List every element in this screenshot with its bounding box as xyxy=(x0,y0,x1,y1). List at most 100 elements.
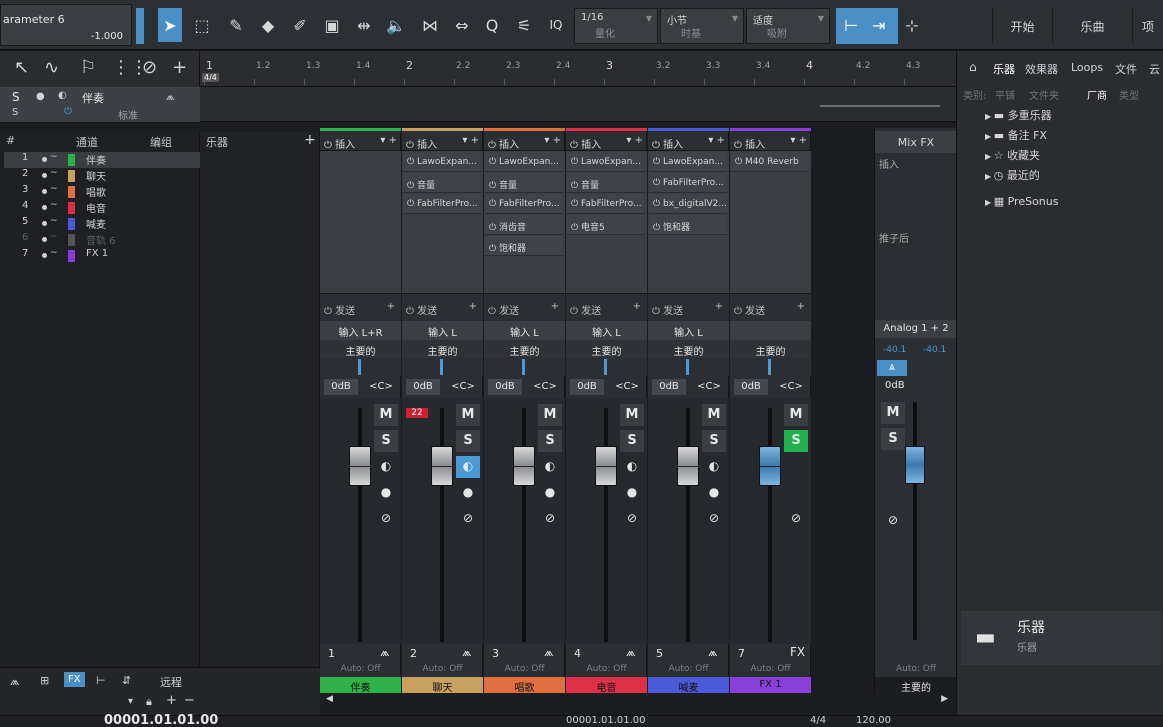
add-insert-icon[interactable]: ▾ + xyxy=(708,135,725,146)
automation-mode[interactable]: Auto: Off xyxy=(730,664,811,678)
timeline-ruler[interactable]: 4/4 1 1.2 1.3 1.4 2 2.2 2.3 2.4 3 3.2 3.3 3.4 4 4.2 4.… xyxy=(200,51,956,87)
output-selector[interactable]: 主要的 xyxy=(566,340,647,359)
insert-area[interactable] xyxy=(320,151,401,293)
insert-plugin[interactable]: ⏻ FabFilterPro... xyxy=(485,194,563,214)
input-selector[interactable]: 输入 L xyxy=(566,321,647,340)
automation-mode[interactable]: Auto: Off xyxy=(320,664,401,678)
marker-tool-icon[interactable]: ⋈ xyxy=(418,8,442,42)
master-mute-button[interactable]: M xyxy=(881,402,905,424)
insert-header[interactable]: ⏻ 插入 ▾ + xyxy=(320,131,401,151)
home-icon[interactable]: ⌂ xyxy=(969,60,977,74)
mute-button[interactable]: M xyxy=(702,404,726,426)
browser-item[interactable]: ▶ ▬ 备注 FX xyxy=(985,127,1047,143)
master-fader-cap[interactable] xyxy=(905,446,925,484)
record-dot-icon[interactable] xyxy=(42,205,47,210)
insert-header[interactable]: ⏻ 插入 ▾ + xyxy=(730,131,811,151)
scroll-left-icon[interactable]: ◀ xyxy=(326,694,333,704)
automation-power-icon[interactable]: ⊘ xyxy=(456,508,480,530)
power-icon[interactable]: ⏻ xyxy=(488,306,499,317)
pan-readout[interactable]: <C> xyxy=(528,379,562,395)
add-send-icon[interactable]: + xyxy=(387,301,395,312)
insert-plugin[interactable]: ⏻ 电音5 xyxy=(567,215,645,235)
insert-header[interactable]: ⏻ 插入 ▾ + xyxy=(484,131,565,151)
plugin-power-icon[interactable]: ⏻ xyxy=(571,157,581,167)
strip-name[interactable]: FX 1 xyxy=(730,677,811,693)
master-mode-icon[interactable]: ⩓ xyxy=(877,360,907,376)
solo-button[interactable]: S xyxy=(374,430,398,452)
snap-right-icon[interactable]: ⇥ xyxy=(872,16,885,35)
add-insert-icon[interactable]: ▾ + xyxy=(380,135,397,146)
volume-readout[interactable]: 0dB xyxy=(570,379,604,395)
pan-control[interactable] xyxy=(320,358,401,376)
browser-tab[interactable]: Loops xyxy=(1071,61,1103,74)
mute-button[interactable]: M xyxy=(374,404,398,426)
split-icon[interactable]: ⇵ xyxy=(122,674,131,687)
insert-plugin[interactable]: ⏻ 饱和器 xyxy=(649,215,727,235)
browser-item[interactable]: ▶ ▬ 多重乐器 xyxy=(985,107,1052,123)
output-selector[interactable]: 主要的 xyxy=(730,340,811,359)
insert-plugin[interactable]: ⏻ 饱和器 xyxy=(485,236,563,256)
more-tools-icon[interactable]: ⊹ xyxy=(900,8,924,42)
output-selector[interactable]: 主要的 xyxy=(402,340,483,359)
insert-header[interactable]: ⏻ 插入 ▾ + xyxy=(566,131,647,151)
master-power-icon[interactable]: ⊘ xyxy=(881,510,905,532)
fx-button[interactable]: FX xyxy=(64,672,85,687)
insert-plugin[interactable]: ⏻ FabFilterPro... xyxy=(403,194,481,214)
automation-icon[interactable]: ∿ xyxy=(44,57,59,78)
insert-plugin[interactable]: ⏻ LawoExpan... xyxy=(649,152,727,172)
monitor-icon[interactable]: ◐ xyxy=(620,456,644,478)
pan-readout[interactable]: <C> xyxy=(774,379,808,395)
insert-plugin[interactable]: ⏻ 音量 xyxy=(567,173,645,193)
mute-button[interactable]: M xyxy=(456,404,480,426)
channel-row[interactable]: 7 ~ FX 1 xyxy=(4,248,200,264)
strip-name[interactable]: 伴奏 xyxy=(320,677,401,694)
scroll-right-icon[interactable]: ▶ xyxy=(941,694,948,704)
range-tool-icon[interactable]: ⬚ xyxy=(190,8,214,42)
record-dot-icon[interactable] xyxy=(42,221,47,226)
output-selector[interactable]: 主要的 xyxy=(320,340,401,359)
record-arm-icon[interactable]: ● xyxy=(538,482,562,504)
song-button[interactable]: 乐曲 xyxy=(1052,8,1132,44)
channel-row[interactable]: 5 ~ 喊麦 xyxy=(4,216,200,232)
expand-icon[interactable]: ▶ xyxy=(985,132,994,141)
input-selector[interactable]: 输入 L xyxy=(402,321,483,340)
channel-row[interactable]: 6 ~ 音轨 6 xyxy=(4,232,200,248)
zoom-tool-icon[interactable]: Q xyxy=(480,8,504,42)
solo-button[interactable]: S xyxy=(702,430,726,452)
volume-readout[interactable]: 0dB xyxy=(734,379,768,395)
record-dot-icon[interactable] xyxy=(42,173,47,178)
add-icon[interactable]: + xyxy=(166,693,177,708)
monitor-icon[interactable]: ◐ xyxy=(538,456,562,478)
insert-plugin[interactable]: ⏻ M40 Reverb xyxy=(731,152,809,172)
pan-readout[interactable]: <C> xyxy=(610,379,644,395)
mixer-scrollbar[interactable]: ◀ ▶ xyxy=(320,693,956,707)
automation-mode[interactable]: Auto: Off xyxy=(648,664,729,678)
wrench-icon[interactable]: ↖ xyxy=(14,57,29,78)
remove-icon[interactable]: − xyxy=(184,693,195,708)
timebase-dropdown[interactable]: 小节 ▼ 时基 xyxy=(660,8,744,44)
pan-control[interactable] xyxy=(730,358,811,376)
flag-icon[interactable]: ⚐ xyxy=(80,57,96,78)
automation-power-icon[interactable]: ⊘ xyxy=(374,508,398,530)
power-icon[interactable]: ⏻ xyxy=(406,140,417,151)
plugin-power-icon[interactable]: ⏻ xyxy=(653,178,663,188)
solo-button[interactable]: S xyxy=(538,430,562,452)
split-tool-icon[interactable]: ⇹ xyxy=(352,8,376,42)
plugin-power-icon[interactable]: ⏻ xyxy=(735,157,745,167)
power-icon[interactable]: ⏻ xyxy=(64,106,72,117)
record-dot-icon[interactable] xyxy=(42,237,47,242)
add-send-icon[interactable]: + xyxy=(797,301,805,312)
record-dot-icon[interactable] xyxy=(42,253,47,258)
strip-name[interactable]: 喊麦 xyxy=(648,677,729,694)
input-selector[interactable] xyxy=(730,321,811,340)
plugin-power-icon[interactable]: ⏻ xyxy=(407,157,417,167)
stretch-tool-icon[interactable]: ⇔ xyxy=(450,8,474,42)
master-db[interactable]: 0dB xyxy=(885,380,905,391)
send-header[interactable]: ⏻ 发送 + xyxy=(730,293,811,321)
plugin-power-icon[interactable]: ⏻ xyxy=(653,223,663,233)
pencil-tool-icon[interactable]: ✎ xyxy=(224,8,248,42)
pan-readout[interactable]: <C> xyxy=(692,379,726,395)
browser-subtab[interactable]: 类型 xyxy=(1119,87,1139,102)
monitor-icon[interactable]: ◐ xyxy=(456,456,480,478)
insert-header[interactable]: ⏻ 插入 ▾ + xyxy=(402,131,483,151)
